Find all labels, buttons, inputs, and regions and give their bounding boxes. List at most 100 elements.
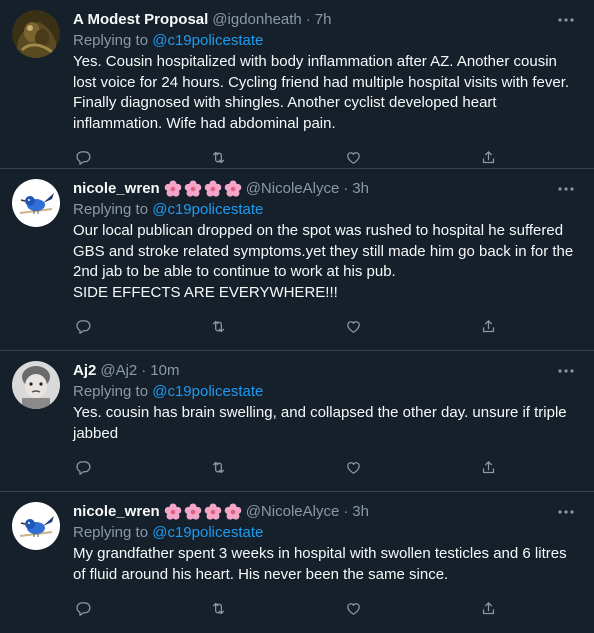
retweet-button[interactable] xyxy=(208,147,228,167)
share-icon xyxy=(482,460,494,473)
cherry-blossom-emoji xyxy=(224,180,241,197)
share-button[interactable] xyxy=(478,457,498,477)
tweet-text: Yes. cousin has brain swelling, and coll… xyxy=(73,404,567,442)
like-button[interactable] xyxy=(343,457,363,477)
cherry-blossom-emoji xyxy=(204,503,221,520)
reply-button[interactable] xyxy=(73,457,93,477)
cherry-blossom-emoji xyxy=(184,503,201,520)
reply-icon xyxy=(75,150,90,165)
like-icon xyxy=(346,602,360,615)
avatar[interactable] xyxy=(12,502,60,550)
cherry-blossom-emoji xyxy=(164,180,181,197)
timestamp[interactable]: 7h xyxy=(315,10,332,30)
tweet-header: nicole_wren @NicoleAlyce · 3h xyxy=(73,502,578,522)
reply-feed: A Modest Proposal @igdonheath · 7h Reply… xyxy=(0,0,594,633)
cherry-blossom-emoji xyxy=(224,503,241,520)
display-name[interactable]: Aj2 xyxy=(73,361,96,381)
user-handle[interactable]: @Aj2 xyxy=(100,361,137,381)
replying-to-link[interactable]: @c19policestate xyxy=(152,383,263,400)
like-button[interactable] xyxy=(343,316,363,336)
timestamp[interactable]: 10m xyxy=(150,361,179,381)
reply-icon xyxy=(75,319,90,334)
user-handle[interactable]: @NicoleAlyce xyxy=(246,502,340,522)
like-button[interactable] xyxy=(343,147,363,167)
reply-button[interactable] xyxy=(73,147,93,167)
share-button[interactable] xyxy=(478,598,498,618)
separator-dot: · xyxy=(343,180,349,197)
retweet-icon xyxy=(212,461,224,473)
replying-to: Replying to @c19policestate xyxy=(73,200,578,220)
display-name[interactable]: A Modest Proposal xyxy=(73,10,208,30)
reply-button[interactable] xyxy=(73,598,93,618)
painting-avatar-image xyxy=(12,10,60,58)
tweet-text: My grandfather spent 3 weeks in hospital… xyxy=(73,545,567,583)
like-button[interactable] xyxy=(343,598,363,618)
tweet[interactable]: Aj2 @Aj2 · 10m Replying to @c19policesta… xyxy=(0,351,594,492)
replying-to: Replying to @c19policestate xyxy=(73,382,578,402)
tweet[interactable]: nicole_wren @NicoleAlyce · 3h Replying t… xyxy=(0,492,594,633)
retweet-icon xyxy=(212,602,224,614)
avatar[interactable] xyxy=(12,361,60,409)
replying-to-link[interactable]: @c19policestate xyxy=(152,32,263,49)
more-options-button[interactable] xyxy=(556,10,576,30)
user-handle[interactable]: @NicoleAlyce xyxy=(246,179,340,199)
reply-button[interactable] xyxy=(73,316,93,336)
reply-icon xyxy=(75,601,90,616)
replying-to-label: Replying to xyxy=(73,201,149,218)
child-photo-avatar-image xyxy=(12,361,60,409)
more-options-icon xyxy=(558,369,574,373)
tweet-actions xyxy=(73,589,498,627)
share-icon xyxy=(482,601,494,614)
timestamp[interactable]: 3h xyxy=(352,502,369,522)
wren-bird-avatar-image xyxy=(12,502,60,550)
retweet-button[interactable] xyxy=(208,598,228,618)
display-name[interactable]: nicole_wren xyxy=(73,502,160,522)
tweet-actions xyxy=(73,448,498,486)
cherry-blossom-emoji xyxy=(164,503,181,520)
share-button[interactable] xyxy=(478,316,498,336)
replying-to-link[interactable]: @c19policestate xyxy=(152,524,263,541)
cherry-blossom-emoji xyxy=(184,180,201,197)
timestamp[interactable]: 3h xyxy=(352,179,369,199)
like-icon xyxy=(346,461,360,474)
replying-to-label: Replying to xyxy=(73,524,149,541)
tweet-header: A Modest Proposal @igdonheath · 7h xyxy=(73,10,578,30)
share-icon xyxy=(482,319,494,332)
replying-to-link[interactable]: @c19policestate xyxy=(152,201,263,218)
tweet-header: Aj2 @Aj2 · 10m xyxy=(73,361,578,381)
share-button[interactable] xyxy=(478,147,498,167)
separator-dot: · xyxy=(305,11,311,28)
more-options-button[interactable] xyxy=(556,502,576,522)
replying-to: Replying to @c19policestate xyxy=(73,31,578,51)
more-options-icon xyxy=(558,187,574,191)
more-options-button[interactable] xyxy=(556,179,576,199)
tweet-text: Our local publican dropped on the spot w… xyxy=(73,222,574,301)
display-name[interactable]: nicole_wren xyxy=(73,179,160,199)
separator-dot: · xyxy=(141,362,147,379)
retweet-button[interactable] xyxy=(208,457,228,477)
tweet[interactable]: nicole_wren @NicoleAlyce · 3h Replying t… xyxy=(0,169,594,351)
replying-to-label: Replying to xyxy=(73,32,149,49)
reply-icon xyxy=(75,460,90,475)
wren-bird-avatar-image xyxy=(12,179,60,227)
tweet[interactable]: A Modest Proposal @igdonheath · 7h Reply… xyxy=(0,0,594,169)
name-emojis xyxy=(164,180,242,198)
more-options-icon xyxy=(558,18,574,22)
name-emojis xyxy=(164,503,242,521)
retweet-icon xyxy=(212,320,224,332)
like-icon xyxy=(346,320,360,333)
share-icon xyxy=(482,150,494,163)
replying-to: Replying to @c19policestate xyxy=(73,523,578,543)
separator-dot: · xyxy=(343,503,349,520)
avatar[interactable] xyxy=(12,179,60,227)
more-options-button[interactable] xyxy=(556,361,576,381)
retweet-icon xyxy=(212,151,224,163)
tweet-header: nicole_wren @NicoleAlyce · 3h xyxy=(73,179,578,199)
retweet-button[interactable] xyxy=(208,316,228,336)
avatar[interactable] xyxy=(12,10,60,58)
user-handle[interactable]: @igdonheath xyxy=(212,10,301,30)
more-options-icon xyxy=(558,510,574,514)
tweet-actions xyxy=(73,307,498,345)
cherry-blossom-emoji xyxy=(204,180,221,197)
like-icon xyxy=(346,151,360,164)
